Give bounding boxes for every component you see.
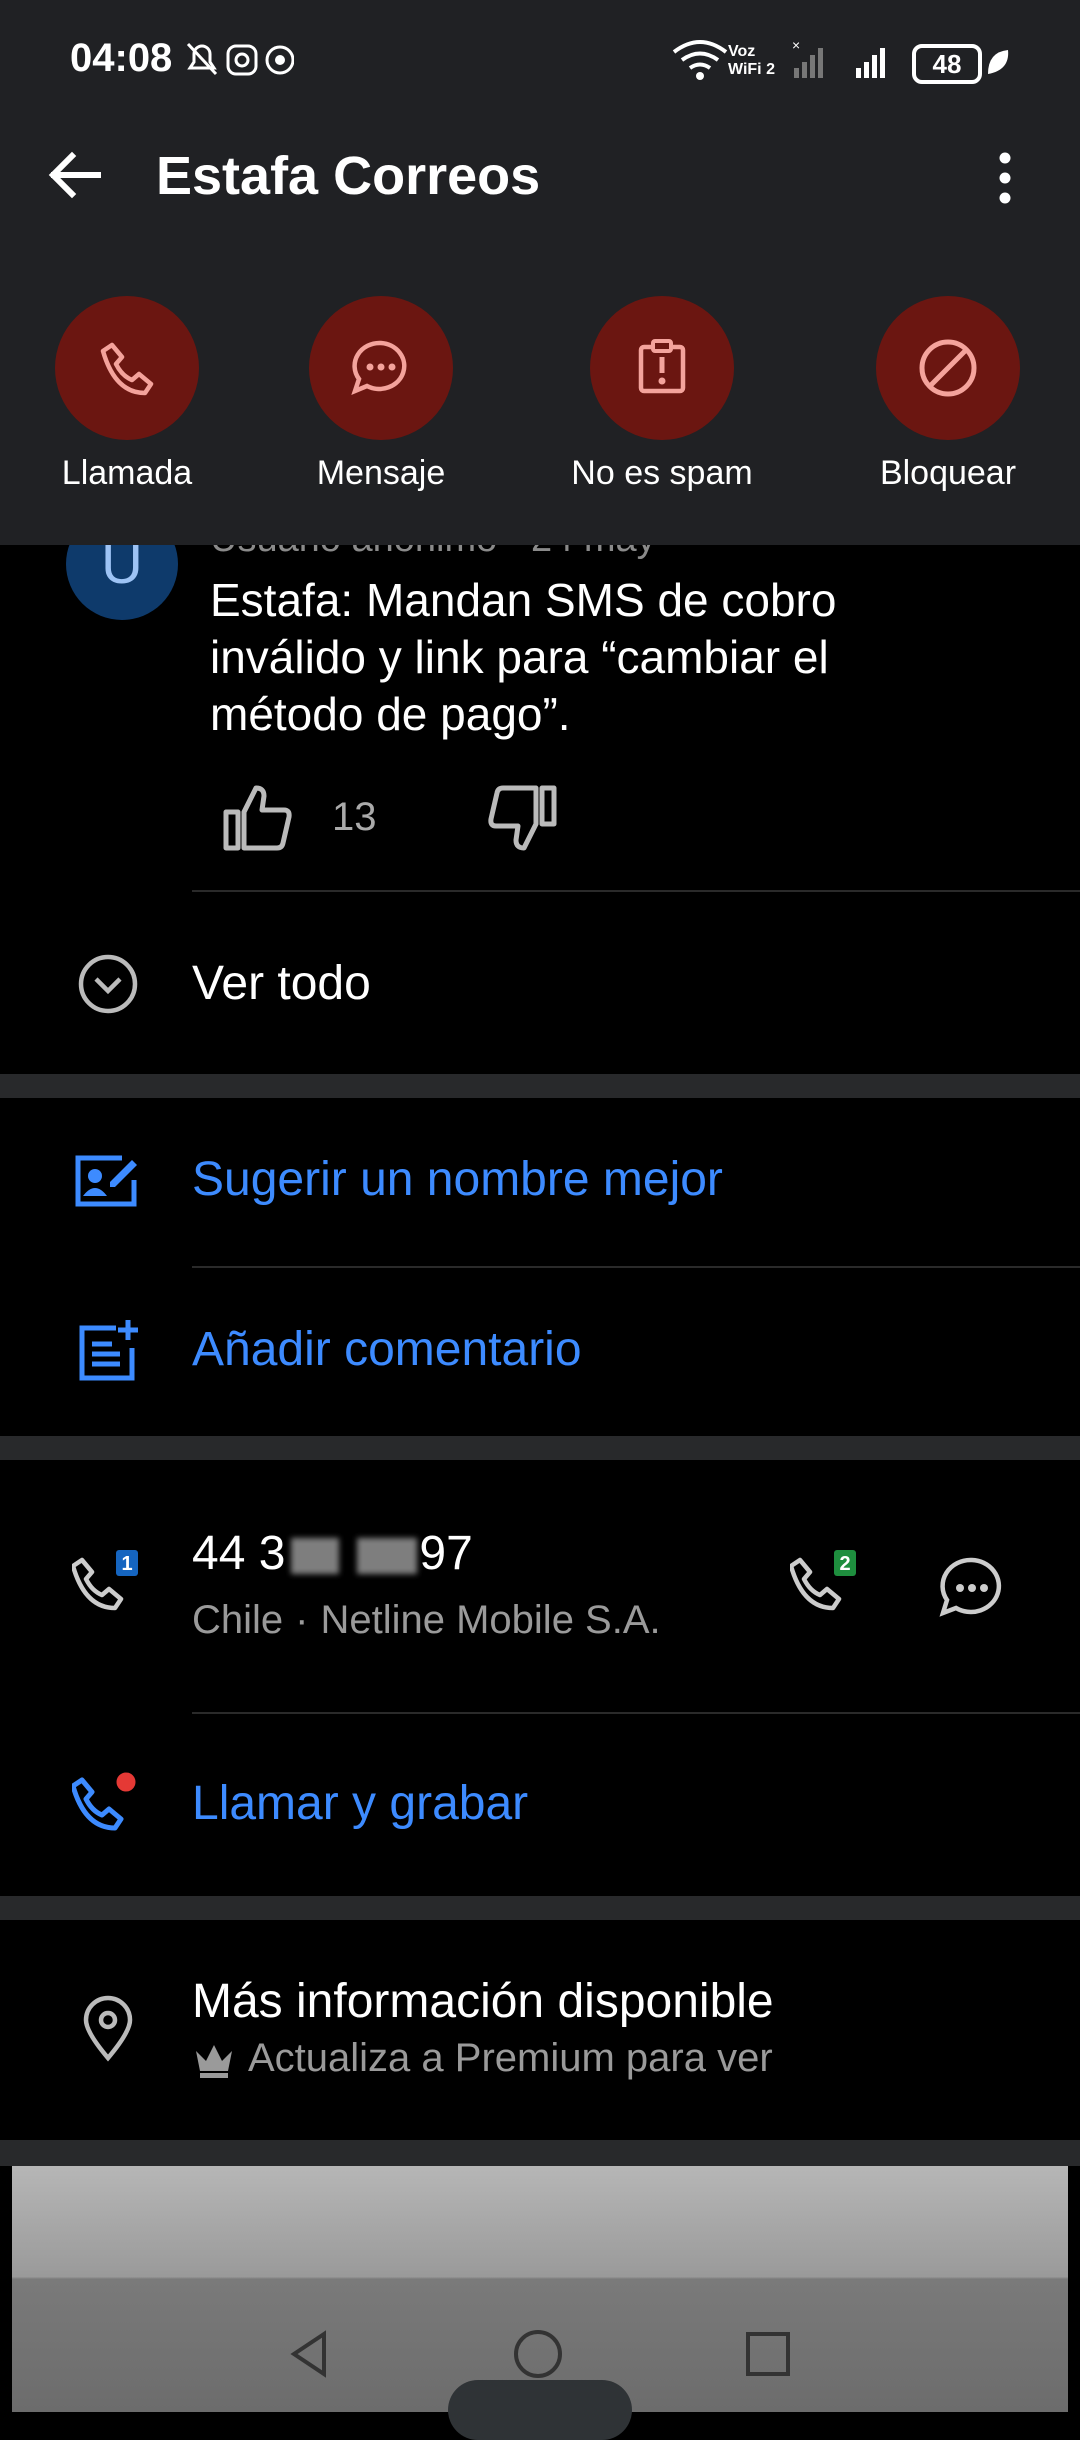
block-label: Bloquear bbox=[879, 454, 1017, 492]
phone-number: 44 3 97 bbox=[192, 1526, 473, 1581]
section-gap bbox=[0, 1074, 1080, 1098]
nav-back-icon[interactable] bbox=[280, 2324, 340, 2384]
section-gap bbox=[0, 1436, 1080, 1460]
phone-icon bbox=[100, 342, 154, 396]
block-icon bbox=[919, 339, 977, 397]
svg-text:Voz: Voz bbox=[728, 43, 755, 60]
call-label: Llamada bbox=[61, 454, 193, 492]
phone-number-prefix: 44 3 bbox=[192, 1527, 286, 1580]
more-info-title: Más información disponible bbox=[192, 1975, 774, 2028]
call-and-record-row[interactable]: Llamar y grabar bbox=[0, 1714, 1080, 1894]
status-notification-icons bbox=[186, 42, 294, 76]
add-comment-link: Añadir comentario bbox=[192, 1323, 582, 1376]
message-button[interactable]: Mensaje bbox=[256, 296, 506, 493]
battery-indicator: 48 bbox=[912, 44, 982, 84]
message-number-icon[interactable] bbox=[936, 1552, 1008, 1624]
see-all-label: Ver todo bbox=[192, 957, 371, 1010]
back-arrow-icon[interactable] bbox=[40, 140, 110, 210]
sim2-badge: 2 bbox=[839, 1553, 850, 1575]
top-panel: 04:08 Voz WiFi 2 × 48 Estafa Correos Lla… bbox=[0, 0, 1080, 545]
redacted-block bbox=[291, 1538, 340, 1575]
call-sim2-icon[interactable]: 2 bbox=[790, 1548, 862, 1620]
thumb-up-icon[interactable] bbox=[222, 782, 294, 854]
number-location: Chile · Netline Mobile S.A. bbox=[192, 1598, 661, 1643]
clipboard-alert-icon bbox=[638, 339, 686, 394]
add-note-icon bbox=[79, 1320, 138, 1381]
call-and-record-link: Llamar y grabar bbox=[192, 1777, 529, 1830]
instagram-icon bbox=[226, 44, 258, 76]
chevron-down-circle-icon bbox=[78, 954, 138, 1014]
leaf-icon bbox=[988, 50, 1009, 74]
signal-sim1-icon bbox=[856, 48, 885, 78]
phone-sim1-icon: 1 bbox=[72, 1550, 138, 1611]
see-all-row[interactable]: Ver todo bbox=[0, 892, 1080, 1072]
status-time: 04:08 bbox=[70, 36, 173, 80]
section-gap bbox=[0, 2140, 1080, 2166]
wifi-icon bbox=[672, 40, 728, 70]
more-options-icon[interactable] bbox=[990, 148, 1020, 208]
message-label: Mensaje bbox=[316, 454, 446, 492]
comment-text: Estafa: Mandan SMS de cobro inválido y l… bbox=[210, 574, 837, 740]
more-info-subtitle: Actualiza a Premium para ver bbox=[192, 2036, 773, 2081]
carrier: Netline Mobile S.A. bbox=[320, 1598, 661, 1642]
sim1-badge: 1 bbox=[121, 1553, 132, 1575]
suggest-name-row[interactable]: Sugerir un nombre mejor bbox=[0, 1098, 1080, 1266]
redacted-block bbox=[357, 1538, 418, 1575]
svg-text:×: × bbox=[792, 38, 800, 53]
more-info-row[interactable] bbox=[0, 1920, 1080, 2140]
crown-icon bbox=[196, 2044, 232, 2078]
not-spam-label: No es spam bbox=[571, 454, 753, 492]
page-title: Estafa Correos bbox=[156, 146, 541, 206]
separator-dot: · bbox=[295, 1598, 309, 1642]
call-record-icon bbox=[72, 1769, 139, 1831]
call-button[interactable]: Llamada bbox=[2, 296, 252, 493]
phone-number-row[interactable]: 1 bbox=[0, 1460, 1080, 1712]
premium-text: Actualiza a Premium para ver bbox=[248, 2036, 773, 2080]
country: Chile bbox=[192, 1598, 284, 1642]
suggest-name-link: Sugerir un nombre mejor bbox=[192, 1153, 723, 1206]
not-spam-button[interactable]: No es spam bbox=[537, 296, 787, 493]
section-gap bbox=[0, 1896, 1080, 1920]
floating-pill[interactable] bbox=[448, 2380, 632, 2440]
nav-recents-icon[interactable] bbox=[738, 2324, 798, 2384]
location-pin-icon bbox=[83, 1995, 133, 2062]
mute-icon bbox=[186, 42, 218, 76]
chat-icon bbox=[351, 340, 407, 395]
status-signal-icons: Voz WiFi 2 × bbox=[672, 38, 885, 80]
phone-number-suffix: 97 bbox=[419, 1527, 473, 1580]
block-button[interactable]: Bloquear bbox=[823, 296, 1073, 493]
add-comment-row[interactable]: Añadir comentario bbox=[0, 1268, 1080, 1436]
svg-text:WiFi 2: WiFi 2 bbox=[728, 61, 775, 78]
like-count: 13 bbox=[332, 795, 377, 839]
nav-home-icon[interactable] bbox=[508, 2324, 568, 2384]
edit-contact-card-icon bbox=[75, 1155, 137, 1207]
thumb-down-icon[interactable] bbox=[486, 784, 558, 856]
